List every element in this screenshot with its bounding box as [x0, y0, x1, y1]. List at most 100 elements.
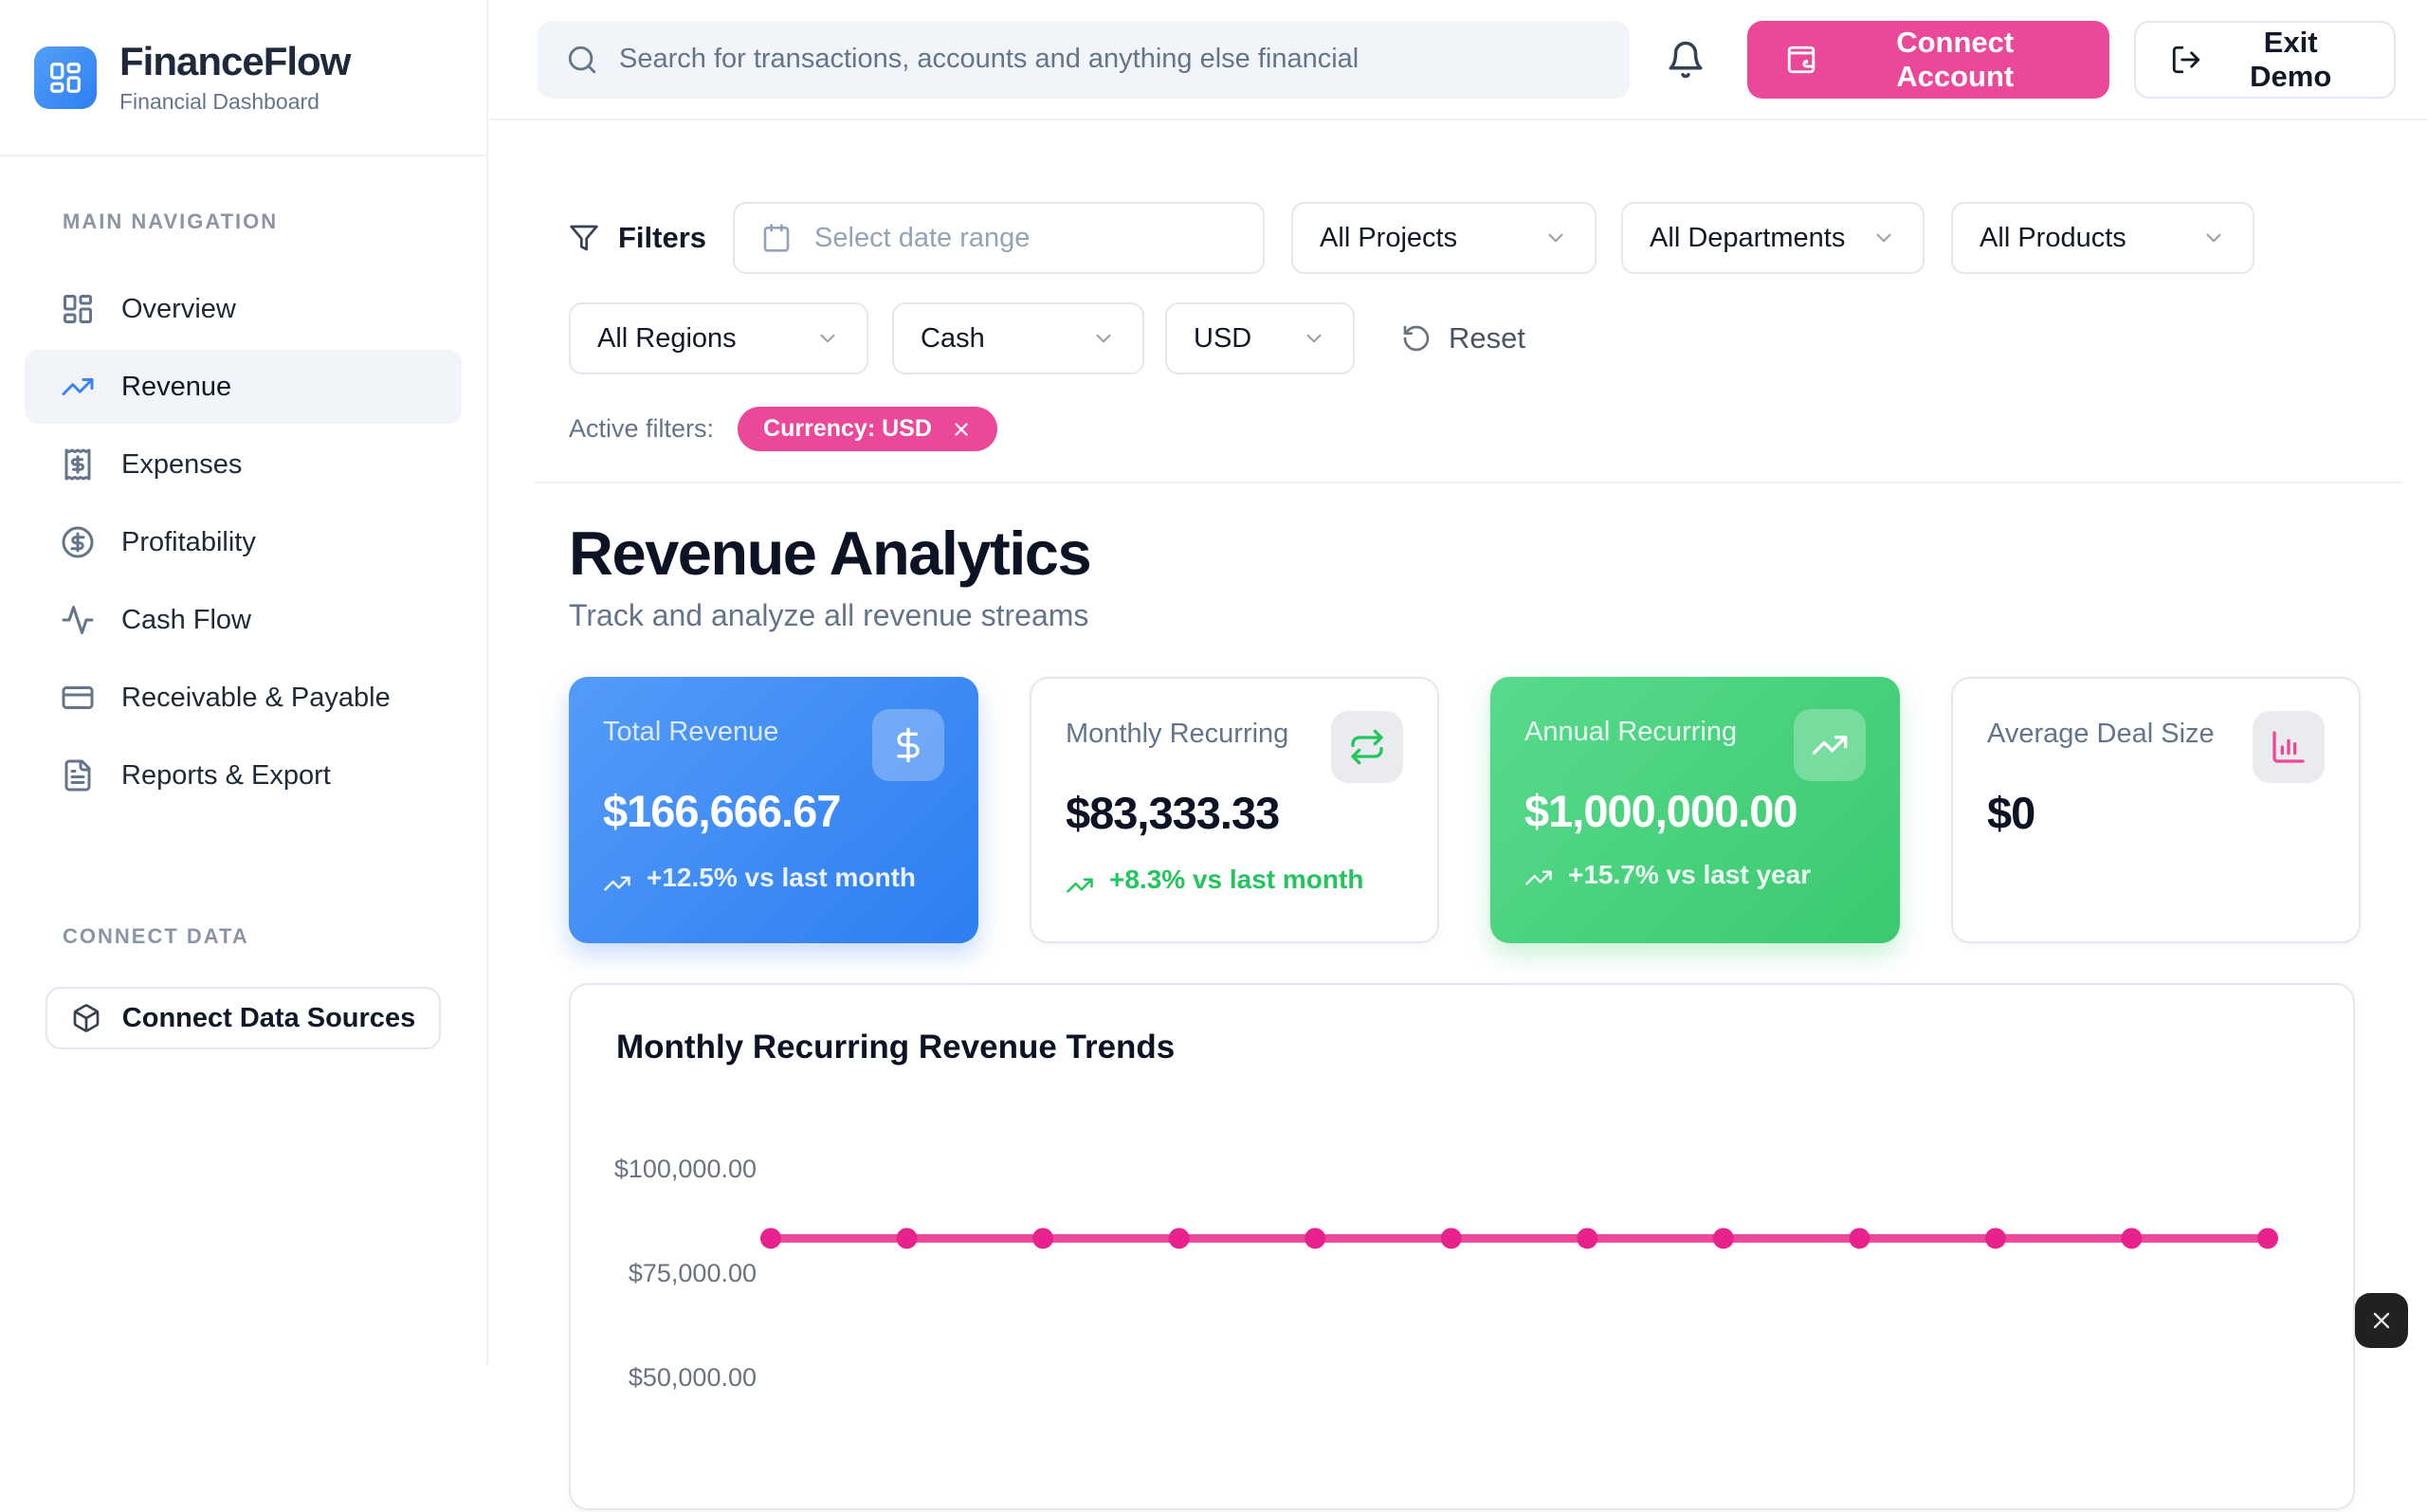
dollar-sign-icon: [872, 709, 944, 781]
card-value: $0: [1987, 787, 2325, 839]
close-icon: [2368, 1307, 2395, 1334]
active-filters-label: Active filters:: [569, 414, 714, 444]
metric-cards: Total Revenue $166,666.67 +12.5% vs last…: [569, 677, 2402, 943]
close-icon[interactable]: [951, 419, 972, 440]
chevron-down-icon: [1302, 326, 1326, 351]
circle-dollar-icon: [61, 525, 95, 559]
projects-select[interactable]: All Projects: [1291, 202, 1597, 274]
sidebar-item-profitability[interactable]: Profitability: [25, 505, 462, 579]
sidebar-item-label: Overview: [121, 294, 236, 325]
trending-up-icon: [1524, 864, 1553, 892]
file-text-icon: [61, 758, 95, 792]
filter-funnel-icon: [569, 223, 599, 253]
chevron-down-icon: [1871, 226, 1896, 250]
currency-select[interactable]: USD: [1165, 302, 1355, 374]
sidebar-item-reports-export[interactable]: Reports & Export: [25, 738, 462, 812]
page-title: Revenue Analytics: [569, 518, 2402, 589]
sidebar-item-receivable-payable[interactable]: Receivable & Payable: [25, 661, 462, 735]
connect-section-header: CONNECT DATA: [25, 924, 462, 949]
departments-select[interactable]: All Departments: [1621, 202, 1925, 274]
main-navigation: MAIN NAVIGATION Overview Revenue Expense…: [0, 156, 486, 812]
sidebar-item-label: Reports & Export: [121, 760, 331, 792]
page-subtitle: Track and analyze all revenue streams: [569, 598, 2402, 633]
search-icon: [566, 44, 598, 76]
global-search[interactable]: [538, 21, 1630, 99]
credit-card-icon: [61, 681, 95, 715]
trending-up-icon: [61, 370, 95, 404]
chevron-down-icon: [2201, 226, 2226, 250]
reset-filters-button[interactable]: Reset: [1401, 321, 1525, 355]
receipt-icon: [61, 447, 95, 482]
chart-title: Monthly Recurring Revenue Trends: [616, 1029, 2308, 1066]
calendar-icon: [761, 223, 792, 253]
main-content: Filters Select date range All Projects A…: [488, 120, 2427, 1365]
currency-filter-chip[interactable]: Currency: USD: [738, 407, 997, 451]
connect-data-sources-button[interactable]: Connect Data Sources: [46, 987, 441, 1049]
card-title: Annual Recurring: [1524, 709, 1737, 748]
card-value: $166,666.67: [603, 785, 944, 837]
brand: FinanceFlow Financial Dashboard: [0, 0, 486, 156]
connect-account-label: Connect Account: [1838, 26, 2071, 94]
chevron-down-icon: [815, 326, 840, 351]
date-range-placeholder: Select date range: [814, 223, 1030, 254]
connect-account-button[interactable]: Connect Account: [1747, 21, 2109, 99]
products-select[interactable]: All Products: [1951, 202, 2254, 274]
trending-up-icon: [1066, 871, 1094, 900]
active-filters-row: Active filters: Currency: USD: [569, 407, 2402, 451]
card-trend: +8.3% vs last month: [1066, 862, 1403, 900]
sidebar-item-cash-flow[interactable]: Cash Flow: [25, 583, 462, 657]
average-deal-size-card: Average Deal Size $0: [1951, 677, 2361, 943]
card-trend: +12.5% vs last month: [603, 860, 944, 898]
app-logo-icon: [34, 46, 97, 109]
total-revenue-card: Total Revenue $166,666.67 +12.5% vs last…: [569, 677, 978, 943]
annual-recurring-card: Annual Recurring $1,000,000.00 +15.7% vs…: [1490, 677, 1900, 943]
accounting-basis-select[interactable]: Cash: [892, 302, 1144, 374]
notifications-button[interactable]: [1666, 40, 1706, 80]
filters-row-2: All Regions Cash USD Reset: [569, 302, 2402, 374]
chevron-down-icon: [1543, 226, 1568, 250]
search-input[interactable]: [619, 44, 1601, 75]
sidebar-item-label: Receivable & Payable: [121, 683, 391, 714]
filters-label: Filters: [569, 221, 706, 255]
bell-icon: [1666, 40, 1706, 80]
repeat-icon: [1331, 711, 1403, 783]
card-title: Average Deal Size: [1987, 711, 2215, 750]
trending-up-icon: [1794, 709, 1866, 781]
app-title: FinanceFlow: [119, 40, 350, 83]
exit-demo-label: Exit Demo: [2221, 26, 2360, 94]
package-icon: [71, 1003, 101, 1033]
monthly-recurring-card: Monthly Recurring $83,333.33 +8.3% vs la…: [1030, 677, 1439, 943]
svg-text:$75,000.00: $75,000.00: [629, 1259, 757, 1287]
card-trend: +15.7% vs last year: [1524, 860, 1866, 892]
dashboard-icon: [61, 292, 95, 326]
regions-select[interactable]: All Regions: [569, 302, 868, 374]
sidebar-item-label: Revenue: [121, 372, 231, 403]
svg-text:$50,000.00: $50,000.00: [629, 1363, 757, 1392]
sidebar-item-label: Profitability: [121, 527, 256, 558]
card-title: Total Revenue: [603, 709, 778, 748]
activity-icon: [61, 603, 95, 637]
trending-up-icon: [603, 869, 631, 898]
svg-text:$100,000.00: $100,000.00: [614, 1155, 757, 1183]
connect-data-section: CONNECT DATA Connect Data Sources: [0, 924, 486, 1049]
topbar: Connect Account Exit Demo: [488, 0, 2427, 120]
exit-demo-button[interactable]: Exit Demo: [2134, 21, 2396, 99]
mrr-trends-chart-card: Monthly Recurring Revenue Trends $100,00…: [569, 983, 2355, 1510]
date-range-input[interactable]: Select date range: [733, 202, 1265, 274]
nav-section-header: MAIN NAVIGATION: [25, 209, 462, 234]
log-out-icon: [2170, 44, 2202, 76]
wallet-icon: [1785, 44, 1817, 76]
app-subtitle: Financial Dashboard: [119, 89, 350, 115]
connect-button-label: Connect Data Sources: [122, 1003, 415, 1034]
sidebar-item-label: Cash Flow: [121, 605, 251, 636]
section-divider: [535, 482, 2402, 483]
card-value: $83,333.33: [1066, 787, 1403, 839]
close-demo-button[interactable]: [2355, 1293, 2408, 1348]
sidebar-item-overview[interactable]: Overview: [25, 272, 462, 346]
sidebar-item-label: Expenses: [121, 449, 242, 481]
rotate-ccw-icon: [1401, 323, 1432, 354]
card-value: $1,000,000.00: [1524, 785, 1866, 837]
sidebar-item-expenses[interactable]: Expenses: [25, 428, 462, 501]
filters-row-1: Filters Select date range All Projects A…: [569, 202, 2402, 274]
sidebar-item-revenue[interactable]: Revenue: [25, 350, 462, 424]
